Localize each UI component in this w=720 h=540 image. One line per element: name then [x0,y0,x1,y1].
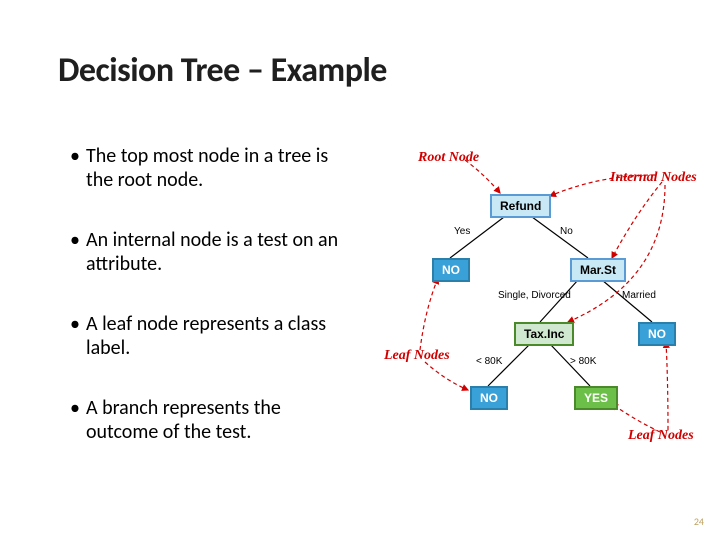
node-refund: Refund [490,194,551,218]
node-no-married: NO [638,322,676,346]
edge-refund-no: No [560,226,573,237]
node-no-refund-yes: NO [432,258,470,282]
decision-tree-diagram: Root Node Internal Nodes Leaf Nodes Leaf… [390,150,700,450]
annotation-leaf-nodes-right: Leaf Nodes [628,428,694,444]
bullet-internal-node: An internal node is a test on an attribu… [70,228,340,276]
edge-refund-yes: Yes [454,226,470,237]
bullet-list: The top most node in a tree is the root … [70,144,340,480]
edge-taxinc-lt80k: < 80K [476,356,502,367]
bullet-branch: A branch represents the outcome of the t… [70,396,340,444]
edge-marst-married: Married [622,290,656,301]
annotation-internal-nodes: Internal Nodes [610,170,697,186]
edge-taxinc-gt80k: > 80K [570,356,596,367]
node-marst: Mar.St [570,258,626,282]
node-no-lt80k: NO [470,386,508,410]
node-taxinc: Tax.Inc [514,322,574,346]
annotation-root-node: Root Node [418,150,479,166]
bullet-leaf-node: A leaf node represents a class label. [70,312,340,360]
node-yes-gt80k: YES [574,386,618,410]
slide-number: 24 [694,515,704,528]
bullet-root-node: The top most node in a tree is the root … [70,144,340,192]
edge-marst-single: Single, Divorced [498,290,571,301]
annotation-leaf-nodes-left: Leaf Nodes [384,348,450,364]
page-title: Decision Tree – Example [58,50,387,91]
